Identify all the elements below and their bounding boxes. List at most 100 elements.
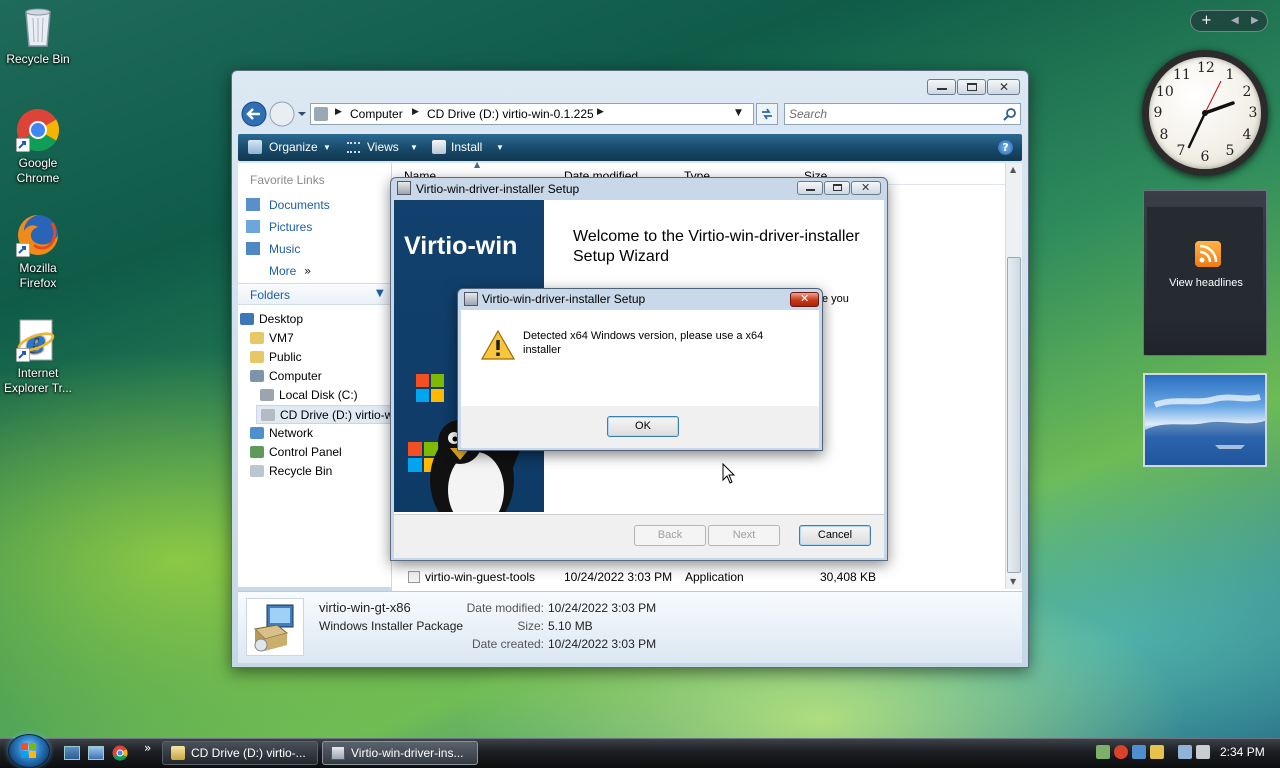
wizard-heading-line-1: Welcome to the Virtio-win-driver-install… xyxy=(573,228,860,245)
file-row-type: Application xyxy=(685,570,744,584)
desktop-icon-internet-explorer[interactable]: e Internet Explorer Tr... xyxy=(0,318,76,396)
cd-drive-icon xyxy=(314,107,328,121)
wizard-window-controls: ✕ xyxy=(797,181,881,195)
pictures-icon xyxy=(246,220,260,233)
favorite-link-documents[interactable]: Documents xyxy=(269,198,330,212)
tree-item-control-panel[interactable]: Control Panel xyxy=(250,445,342,459)
view-headlines-label[interactable]: View headlines xyxy=(1144,277,1268,289)
cancel-button[interactable]: Cancel xyxy=(799,525,871,546)
back-button[interactable]: Back xyxy=(634,525,706,546)
add-gadget-icon[interactable]: + xyxy=(1201,13,1212,28)
desktop-icon-mozilla-firefox[interactable]: Mozilla Firefox xyxy=(0,213,76,291)
more-chevron-icon: » xyxy=(304,264,312,278)
help-icon[interactable]: ? xyxy=(998,140,1013,155)
scroll-up-icon[interactable]: ▲ xyxy=(1010,165,1016,174)
back-button[interactable] xyxy=(240,102,266,128)
user-folder-icon xyxy=(250,332,264,344)
tree-item-desktop[interactable]: Desktop xyxy=(240,312,303,326)
slideshow-gadget[interactable] xyxy=(1143,373,1267,467)
taskbar-button-explorer[interactable]: CD Drive (D:) virtio-... xyxy=(162,741,318,765)
organize-dropdown-icon: ▼ xyxy=(323,143,331,152)
close-button[interactable]: ✕ xyxy=(987,79,1020,95)
scroll-thumb[interactable] xyxy=(1007,257,1021,573)
recycle-bin-icon xyxy=(250,465,264,477)
tray-notification-icon[interactable] xyxy=(1150,745,1164,759)
install-button[interactable]: Install xyxy=(451,140,482,154)
file-row-size: 30,408 KB xyxy=(820,570,877,584)
address-bar[interactable]: ▶ Computer ▶ CD Drive (D:) virtio-win-0.… xyxy=(310,103,754,125)
wizard-maximize-button[interactable] xyxy=(824,181,850,195)
details-date-modified: 10/24/2022 3:03 PM xyxy=(548,601,657,615)
clock-gadget[interactable]: 12 1 2 3 4 5 6 7 8 9 10 11 xyxy=(1142,50,1268,176)
firefox-icon xyxy=(16,213,60,257)
taskbar-button-setup[interactable]: Virtio-win-driver-ins... xyxy=(322,741,478,765)
details-size-label: Size: xyxy=(517,619,544,633)
desktop-icon-google-chrome[interactable]: Google Chrome xyxy=(0,108,76,186)
folders-header[interactable]: Folders ▼ xyxy=(238,283,392,305)
favorite-link-music[interactable]: Music xyxy=(269,242,300,256)
sidebar-controls: + ◀ ▶ xyxy=(1190,10,1268,32)
ok-button[interactable]: OK xyxy=(607,416,679,437)
desktop-icon-recycle-bin[interactable]: Recycle Bin xyxy=(0,4,76,67)
organize-button[interactable]: Organize xyxy=(269,140,318,154)
music-icon xyxy=(246,242,260,255)
breadcrumb-item[interactable]: Computer xyxy=(350,107,403,121)
file-row-date: 10/24/2022 3:03 PM xyxy=(564,570,673,584)
more-link[interactable]: More xyxy=(269,264,296,278)
views-dropdown-icon: ▼ xyxy=(410,143,418,152)
details-date-created: 10/24/2022 3:03 PM xyxy=(548,637,657,651)
feed-headlines-gadget[interactable]: View headlines xyxy=(1143,190,1267,356)
msgbox-message-line-1: Detected x64 Windows version, please use… xyxy=(523,330,764,342)
search-icon[interactable] xyxy=(1003,107,1017,121)
address-dropdown-icon[interactable]: ▼ xyxy=(735,108,742,118)
tray-connection-icon[interactable] xyxy=(1178,745,1192,759)
next-icon[interactable]: ▶ xyxy=(1251,15,1259,26)
chrome-quicklaunch-icon[interactable] xyxy=(112,745,128,761)
favorite-link-pictures[interactable]: Pictures xyxy=(269,220,312,234)
tree-item-local-disk[interactable]: Local Disk (C:) xyxy=(260,388,358,402)
maximize-button[interactable] xyxy=(957,79,986,95)
tree-label: Computer xyxy=(269,369,322,383)
tray-network-icon[interactable] xyxy=(1096,745,1110,759)
tree-item-computer[interactable]: Computer xyxy=(250,369,322,383)
tree-item-network[interactable]: Network xyxy=(250,426,313,440)
tray-clock[interactable]: 2:34 PM xyxy=(1220,745,1265,759)
tray-security-alert-icon[interactable] xyxy=(1114,745,1128,759)
breadcrumb-item[interactable]: CD Drive (D:) virtio-win-0.1.225 xyxy=(427,107,594,121)
mouse-cursor-icon xyxy=(722,463,736,484)
folders-heading: Folders xyxy=(250,288,291,302)
quicklaunch-overflow-icon[interactable]: » xyxy=(144,741,151,755)
tray-volume-muted-icon[interactable] xyxy=(1196,745,1210,759)
show-desktop-icon[interactable] xyxy=(64,746,80,760)
next-button[interactable]: Next xyxy=(708,525,780,546)
tray-windows-update-icon[interactable] xyxy=(1132,745,1146,759)
tree-item-cd-drive[interactable]: CD Drive (D:) virtio-w xyxy=(256,405,392,424)
scroll-down-icon[interactable]: ▼ xyxy=(1010,577,1016,586)
views-button[interactable]: Views xyxy=(367,140,399,154)
chrome-icon xyxy=(16,108,60,152)
folders-collapse-icon[interactable]: ▼ xyxy=(376,288,384,299)
slideshow-image xyxy=(1145,394,1265,465)
vertical-scrollbar[interactable]: ▲ ▼ xyxy=(1005,163,1022,589)
refresh-icon xyxy=(762,108,772,120)
tree-item-recycle-bin[interactable]: Recycle Bin xyxy=(250,464,332,478)
msgbox-close-button[interactable]: ✕ xyxy=(790,292,819,307)
wizard-footer: Back Next Cancel xyxy=(394,514,884,558)
cd-drive-icon xyxy=(261,409,275,421)
wizard-minimize-button[interactable] xyxy=(797,181,823,195)
file-row-name[interactable]: virtio-win-guest-tools xyxy=(425,570,535,584)
navigation-pane: Favorite Links Documents Pictures Music … xyxy=(238,163,392,587)
sort-ascending-icon: ▲ xyxy=(474,160,481,169)
refresh-button[interactable] xyxy=(756,103,778,125)
search-input[interactable]: Search xyxy=(784,103,1021,125)
switch-windows-icon[interactable] xyxy=(88,746,104,760)
hard-disk-icon xyxy=(260,389,274,401)
wizard-close-button[interactable]: ✕ xyxy=(851,181,881,195)
start-button[interactable] xyxy=(8,734,50,768)
prev-icon[interactable]: ◀ xyxy=(1231,15,1239,26)
tree-item-vm7[interactable]: VM7 xyxy=(250,331,294,345)
tree-item-public[interactable]: Public xyxy=(250,350,302,364)
forward-button[interactable] xyxy=(268,102,294,128)
minimize-button[interactable] xyxy=(927,79,956,95)
desktop-folder-icon xyxy=(240,313,254,325)
